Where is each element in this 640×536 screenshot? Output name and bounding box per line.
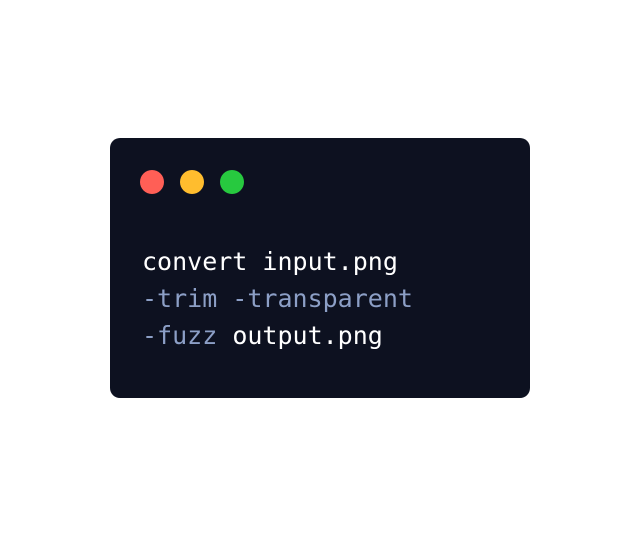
minimize-button[interactable] [180,170,204,194]
close-button[interactable] [140,170,164,194]
code-token: output.png [217,321,383,350]
code-line-1: convert input.png [142,243,413,280]
code-line-2: -trim -transparent [142,280,413,317]
zoom-button[interactable] [220,170,244,194]
code-token: convert input.png [142,247,398,276]
window-controls [140,170,244,194]
code-line-3: -fuzz output.png [142,317,413,354]
code-token: -fuzz [142,321,218,350]
code-block: convert input.png -trim -transparent -fuzz… [142,243,413,354]
code-token: -trim -transparent [142,284,413,313]
